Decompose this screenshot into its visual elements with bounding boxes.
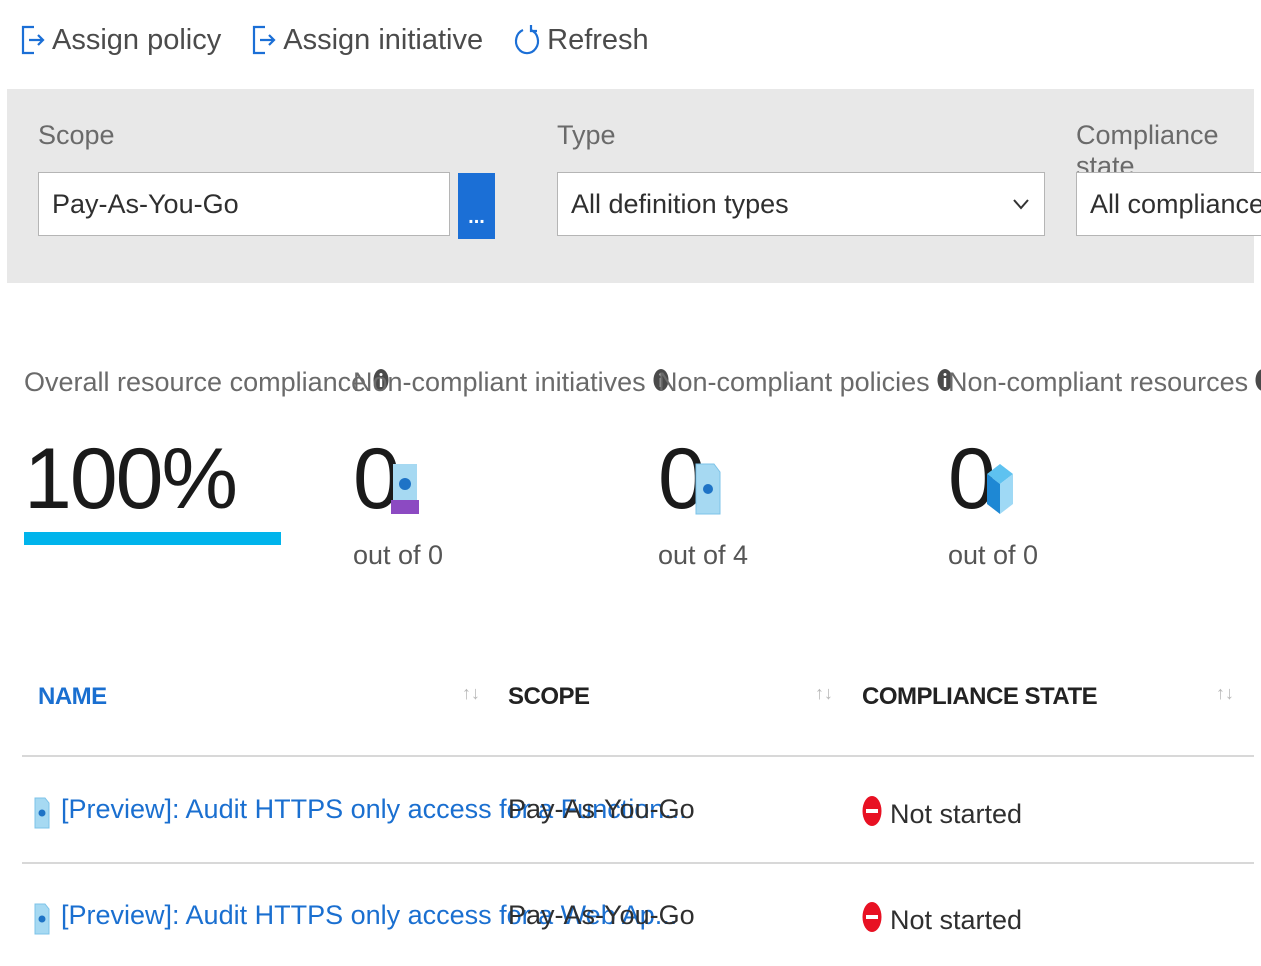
non-compliant-resources-text: Non-compliant resources bbox=[948, 367, 1249, 397]
non-compliant-resources-label: Non-compliant resources bbox=[948, 366, 1261, 399]
scope-value: Pay-As-You-Go bbox=[52, 188, 239, 219]
table-row-compliance-state: Not started bbox=[862, 794, 1022, 835]
scope-picker-button[interactable]: ... bbox=[458, 173, 495, 239]
non-compliant-initiatives-label: Non-compliant initiatives bbox=[353, 366, 669, 399]
command-bar: Assign policy Assign initiative Refresh bbox=[20, 10, 649, 70]
assign-icon bbox=[20, 24, 46, 56]
blocked-icon bbox=[862, 794, 882, 835]
assign-icon bbox=[251, 24, 277, 56]
sort-icon[interactable]: ↑↓ bbox=[1216, 683, 1234, 704]
type-label: Type bbox=[557, 120, 616, 150]
sort-icon[interactable]: ↑↓ bbox=[815, 683, 833, 704]
table-row-scope: Pay-As-You-Go bbox=[508, 794, 695, 824]
cube-icon bbox=[985, 462, 1015, 521]
non-compliant-policies-label: Non-compliant policies bbox=[658, 366, 953, 399]
table-header-divider bbox=[22, 755, 1254, 757]
assign-initiative-label: Assign initiative bbox=[283, 23, 484, 56]
refresh-button[interactable]: Refresh bbox=[513, 23, 649, 57]
scope-input[interactable]: Pay-As-You-Go bbox=[38, 172, 450, 236]
status-label: Not started bbox=[890, 905, 1023, 935]
column-header-scope[interactable]: SCOPE bbox=[508, 683, 590, 711]
refresh-icon bbox=[513, 23, 541, 57]
policy-document-icon bbox=[694, 462, 722, 521]
blocked-icon bbox=[862, 900, 882, 941]
non-compliant-policies-text: Non-compliant policies bbox=[658, 367, 930, 397]
info-icon[interactable] bbox=[1255, 366, 1261, 399]
non-compliant-initiatives-text: Non-compliant initiatives bbox=[353, 367, 646, 397]
table-row-scope: Pay-As-You-Go bbox=[508, 900, 695, 930]
non-compliant-initiatives-total: out of 0 bbox=[353, 540, 444, 570]
overall-compliance-text: Overall resource compliance bbox=[24, 367, 367, 397]
column-header-name[interactable]: NAME bbox=[38, 683, 107, 711]
assign-initiative-button[interactable]: Assign initiative bbox=[251, 24, 483, 57]
compliance-state-dropdown[interactable]: All compliance state bbox=[1076, 172, 1261, 236]
assign-policy-label: Assign policy bbox=[52, 23, 222, 56]
refresh-label: Refresh bbox=[547, 23, 649, 56]
non-compliant-policies-total: out of 4 bbox=[658, 540, 749, 570]
initiative-icon bbox=[390, 462, 420, 521]
type-dropdown[interactable]: All definition types bbox=[557, 172, 1045, 236]
scope-picker-label: ... bbox=[468, 206, 485, 228]
scope-label: Scope bbox=[38, 120, 115, 150]
assign-policy-button[interactable]: Assign policy bbox=[20, 24, 221, 57]
status-label: Not started bbox=[890, 799, 1023, 829]
compliance-progress-bar bbox=[24, 532, 281, 545]
sort-icon[interactable]: ↑↓ bbox=[462, 683, 480, 704]
type-value: All definition types bbox=[571, 188, 789, 219]
column-header-compliance-state[interactable]: COMPLIANCE STATE bbox=[862, 683, 1098, 711]
overall-compliance-label: Overall resource compliance bbox=[24, 366, 389, 399]
overall-compliance-value: 100% bbox=[24, 431, 238, 527]
chevron-down-icon bbox=[1012, 191, 1030, 224]
non-compliant-resources-total: out of 0 bbox=[948, 540, 1039, 570]
policy-document-icon bbox=[34, 903, 50, 940]
table-row-compliance-state: Not started bbox=[862, 900, 1022, 941]
compliance-state-value: All compliance state bbox=[1090, 188, 1261, 219]
policy-document-icon bbox=[34, 797, 50, 834]
table-row-divider bbox=[22, 862, 1254, 864]
